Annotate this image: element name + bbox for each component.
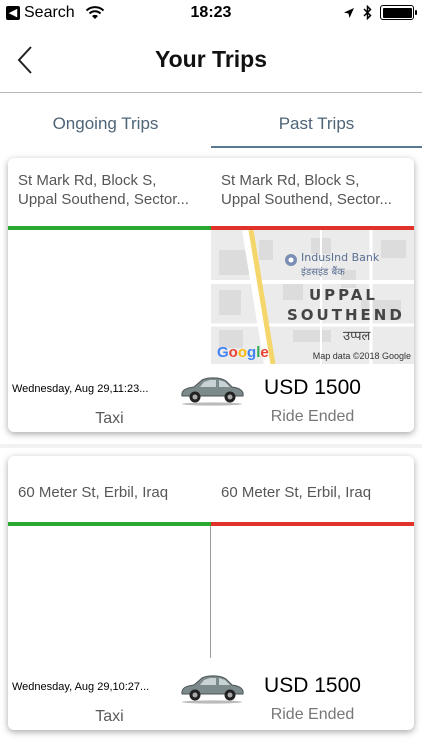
card-divider [210,526,211,658]
drop-address: St Mark Rd, Block S, Uppal Southend, Sec… [221,172,392,208]
bluetooth-icon [363,5,372,20]
location-arrow-icon [344,7,354,18]
google-logo: Google [217,344,269,361]
map-area-line1: UPPAL [309,286,378,304]
trip-price: USD 1500 [264,674,361,697]
trip-price: USD 1500 [264,376,361,399]
tab-past-trips[interactable]: Past Trips [211,94,422,150]
trip-service-type: Taxi [95,708,124,725]
trip-card[interactable]: St Mark Rd, Block S, Uppal Southend, Sec… [8,158,414,432]
status-bar: ◀ Search 18:23 [0,0,422,28]
trip-tabs: Ongoing Trips Past Trips [0,94,422,150]
map-poi-name: IndusInd Bank [301,251,380,264]
nav-bar: Your Trips [0,28,422,93]
pickup-route-line [8,522,211,526]
drop-route-line [211,522,414,526]
page-title: Your Trips [154,46,268,72]
map-area-line2: SOUTHEND [287,306,405,324]
route-map[interactable]: IndusInd Bank इंडसइंड बैंक UPPAL SOUTHEN… [211,230,414,364]
map-area-local: उप्पल [343,329,371,344]
pickup-route-line [8,226,211,230]
battery-icon [380,5,417,20]
trip-card[interactable]: 60 Meter St, Erbil, Iraq 60 Meter St, Er… [8,456,414,730]
trip-service-type: Taxi [95,410,124,427]
trip-list[interactable]: St Mark Rd, Block S, Uppal Southend, Sec… [0,150,422,750]
map-attribution: Map data ©2018 Google [312,351,411,361]
trip-status: Ride Ended [270,706,355,723]
map-poi-name-local: इंडसइंड बैंक [301,267,345,278]
trip-status: Ride Ended [270,408,355,425]
drop-address: 60 Meter St, Erbil, Iraq [221,484,372,501]
tab-ongoing-trips[interactable]: Ongoing Trips [0,94,211,150]
pickup-address: St Mark Rd, Block S, Uppal Southend, Sec… [18,172,189,208]
trip-date: Wednesday, Aug 29,10:27... [12,681,150,693]
pickup-address: 60 Meter St, Erbil, Iraq [18,484,169,501]
trip-date: Wednesday, Aug 29,11:23... [12,383,149,395]
